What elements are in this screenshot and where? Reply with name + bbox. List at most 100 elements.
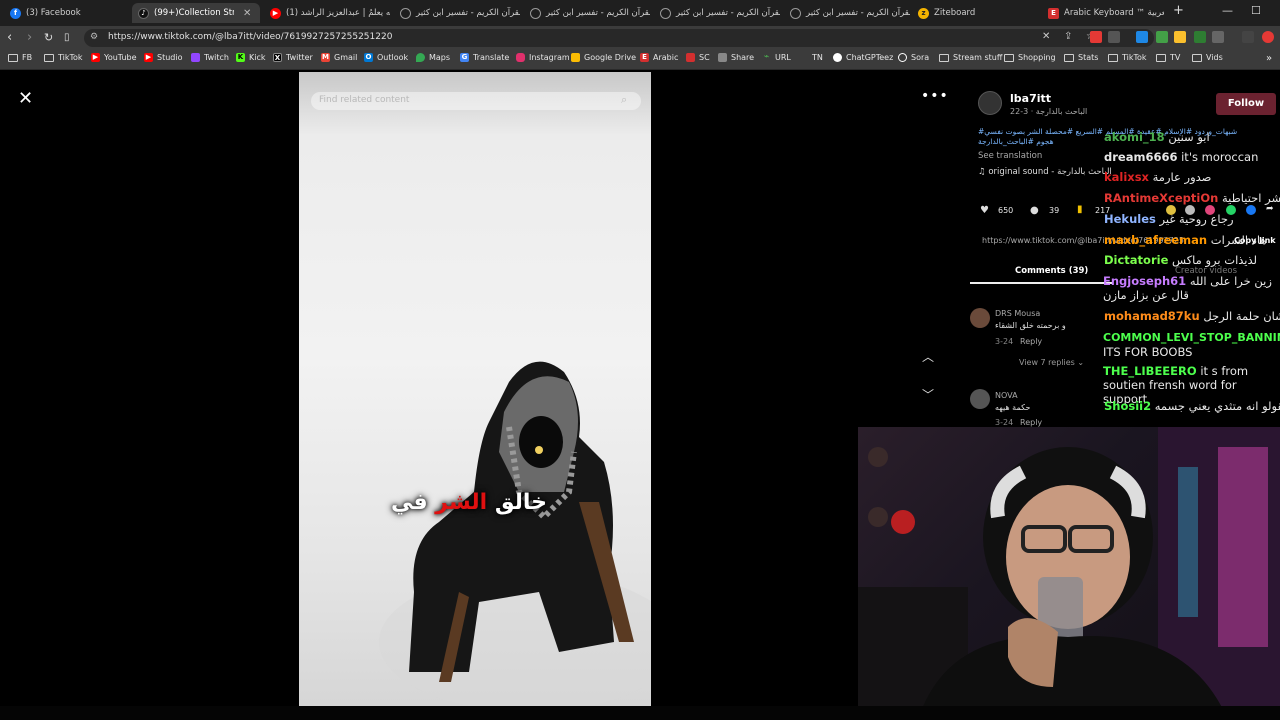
comment-icon[interactable]: ●	[1030, 205, 1039, 216]
related-search-input[interactable]: Find related content ⌕	[311, 92, 641, 110]
bookmark-translate[interactable]: G Translate	[460, 53, 509, 62]
bookmark-kick[interactable]: K Kick	[236, 53, 266, 62]
close-video-icon[interactable]: ✕	[18, 88, 33, 109]
bookmark-chatgpteez[interactable]: ChatGPTeez	[833, 53, 893, 62]
brave-shield-icon[interactable]	[1090, 31, 1102, 43]
globe-icon	[530, 7, 541, 19]
back-icon[interactable]: ‹	[7, 30, 12, 46]
media-icon[interactable]	[1242, 31, 1254, 43]
site-info-icon[interactable]: ⚙	[90, 32, 98, 42]
comment-author[interactable]: DRS Mousa	[995, 309, 1040, 318]
chevron-up-icon[interactable]: ︿	[922, 348, 934, 365]
tab-ziteboard[interactable]: z Ziteboard	[912, 3, 1038, 23]
bookmark-arabic[interactable]: E Arabic	[640, 53, 678, 62]
bookmark-twitch[interactable]: Twitch	[191, 53, 229, 62]
tab-youtube[interactable]: ▶ (1) الله يعلمُ | عبدالعزيز الراشد	[264, 3, 390, 23]
profile-icon[interactable]	[1262, 31, 1274, 43]
follow-button[interactable]: Follow	[1216, 93, 1276, 115]
minimize-icon[interactable]: —	[1222, 4, 1233, 17]
bookmark-icon[interactable]: ▯	[64, 30, 70, 46]
chevron-down-icon[interactable]: ﹀	[922, 386, 934, 403]
reply-button[interactable]: Reply	[1020, 418, 1042, 427]
close-icon[interactable]: ✕	[243, 8, 251, 19]
bookmark-save-icon[interactable]: ▮	[1077, 204, 1083, 215]
globe-icon	[790, 7, 801, 19]
forward-icon[interactable]: ›	[27, 30, 32, 46]
tab-quran-1[interactable]: القرآن الكريم - تفسير ابن كثير	[394, 3, 520, 23]
tab-quran-3[interactable]: القرآن الكريم - تفسير ابن كثير	[654, 3, 780, 23]
bookmark-label: Stream stuff	[953, 53, 1003, 62]
bookmark-folder-tv[interactable]: TV	[1156, 53, 1180, 62]
facebook-icon[interactable]	[1246, 205, 1256, 215]
url-text[interactable]: https://www.tiktok.com/@lba7itt/video/76…	[108, 32, 392, 42]
bookmark-instagram[interactable]: Instagram	[516, 53, 570, 62]
twitch-icon	[191, 53, 200, 62]
bookmark-label: Share	[731, 53, 755, 62]
bookmark-share[interactable]: Share	[718, 53, 754, 62]
tab-quran-2[interactable]: القرآن الكريم - تفسير ابن كثير	[524, 3, 650, 23]
view-replies-button[interactable]: View 7 replies ⌄	[1019, 358, 1084, 367]
extension-icon[interactable]	[1108, 31, 1120, 43]
bookmark-folder-vids[interactable]: Vids	[1192, 53, 1223, 62]
extension-icon[interactable]	[1194, 31, 1206, 43]
tab-facebook[interactable]: f (3) Facebook	[4, 3, 126, 23]
chevron-down-icon: ⌄	[1077, 358, 1085, 367]
bookmark-folder-shopping[interactable]: Shopping	[1004, 53, 1056, 62]
search-icon[interactable]: ⌕	[621, 93, 627, 107]
avatar[interactable]	[970, 308, 990, 328]
bookmark-label: Outlook	[377, 53, 409, 62]
bookmark-folder-stream-stuff[interactable]: Stream stuff	[939, 53, 1002, 62]
share-icon[interactable]: ⇪	[1064, 31, 1072, 42]
video-player[interactable]: Find related content ⌕ خالق الشر في	[299, 72, 651, 706]
address-bar[interactable]: ⚙ https://www.tiktok.com/@lba7itt/video/…	[84, 29, 1154, 47]
bookmark-youtube[interactable]: ▶ YouTube	[91, 53, 137, 62]
reply-button[interactable]: Reply	[1020, 337, 1042, 346]
avatar[interactable]	[978, 91, 1002, 115]
bookmark-tn[interactable]: TN	[812, 53, 823, 62]
tab-tiktok-collection[interactable]: ♪ (99+)Collection Strea ✕	[132, 3, 260, 23]
globe-icon	[660, 7, 671, 19]
chat-username: maxb_afreeman	[1104, 233, 1208, 247]
extension-icon[interactable]	[1174, 31, 1186, 43]
share-more-icon[interactable]: ➦	[1266, 204, 1274, 214]
youtube-studio-icon: ▶	[144, 53, 153, 62]
like-icon[interactable]: ♥	[980, 205, 989, 216]
tab-arabic-keyboard[interactable]: E Arabic Keyboard ™ لوحة المفاتيح العربي…	[1042, 3, 1164, 23]
chat-text: it's moroccan	[1181, 150, 1259, 164]
chat-text: لذيذات برو ماكس	[1172, 253, 1258, 267]
bookmark-folder-tiktok[interactable]: TikTok	[44, 53, 83, 62]
sound-row[interactable]: ♫ original sound - الباحث بالدارجة	[978, 167, 1112, 177]
bookmark-folder-tiktok-2[interactable]: TikTok	[1108, 53, 1147, 62]
bookmark-gmail[interactable]: M Gmail	[321, 53, 357, 62]
reload-icon[interactable]: ↻	[44, 30, 53, 46]
bookmarks-overflow-icon[interactable]: »	[1266, 53, 1272, 64]
bookmark-sora[interactable]: Sora	[898, 53, 929, 62]
bookmark-google-drive[interactable]: Google Drive	[571, 53, 636, 62]
bookmark-folder-stats[interactable]: Stats	[1064, 53, 1098, 62]
tab-quran-4[interactable]: القرآن الكريم - تفسير ابن كثير	[784, 3, 910, 23]
bookmark-label: Sora	[911, 53, 930, 62]
author-username[interactable]: lba7itt	[1010, 92, 1051, 105]
bookmark-outlook[interactable]: O Outlook	[364, 53, 408, 62]
active-tab-underline	[970, 282, 1112, 284]
bookmark-label: Gmail	[334, 53, 358, 62]
bookmark-label: TikTok	[1122, 53, 1147, 62]
new-tab-plus-icon[interactable]: +	[1173, 3, 1184, 18]
mute-icon[interactable]: ✕	[1042, 31, 1050, 42]
bookmark-studio[interactable]: ▶ Studio	[144, 53, 182, 62]
avatar[interactable]	[970, 389, 990, 409]
bookmark-label: FB	[22, 53, 33, 62]
tab-comments[interactable]: Comments (39)	[1015, 266, 1088, 276]
see-translation-link[interactable]: See translation	[978, 151, 1042, 161]
bookmark-sc[interactable]: SC	[686, 53, 710, 62]
comment-author[interactable]: NOVA	[995, 391, 1018, 400]
extension-icon[interactable]	[1156, 31, 1168, 43]
extension-icon[interactable]	[1136, 31, 1148, 43]
more-options-icon[interactable]: •••	[921, 88, 949, 104]
bookmark-folder-fb[interactable]: FB	[8, 53, 32, 62]
bookmark-url[interactable]: ⌁ URL	[762, 53, 791, 63]
bookmark-maps[interactable]: Maps	[416, 53, 450, 62]
extensions-puzzle-icon[interactable]	[1212, 31, 1224, 43]
bookmark-twitter[interactable]: X Twitter	[273, 53, 313, 62]
maximize-icon[interactable]: ☐	[1251, 4, 1261, 17]
